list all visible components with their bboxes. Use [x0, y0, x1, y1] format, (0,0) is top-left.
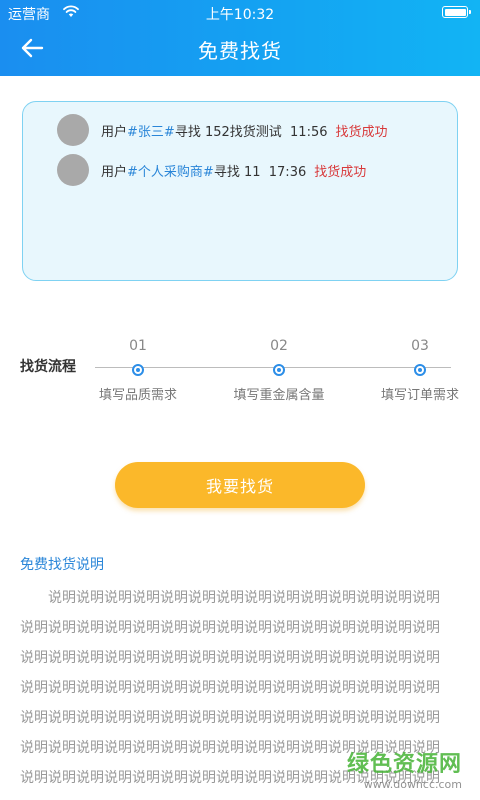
- user-name: #个人采购商#: [127, 164, 214, 180]
- step-number: 01: [129, 338, 147, 354]
- step-dot-icon: [273, 364, 285, 376]
- flow-step-3: 03 填写订单需求: [350, 338, 480, 403]
- step-number: 03: [411, 338, 429, 354]
- recent-finds-ticker: 用户#张三#寻找 152找货测试 11:56 找货成功 用户#个人采购商#寻找 1…: [22, 101, 458, 281]
- description-title: 免费找货说明: [20, 557, 104, 573]
- site-watermark: 绿色资源网 www.downcc.com: [347, 746, 462, 791]
- find-goods-button[interactable]: 我要找货: [115, 462, 365, 508]
- page-title: 免费找货: [198, 39, 282, 63]
- ticker-item: 用户#个人采购商#寻找 11 17:36 找货成功: [57, 154, 366, 186]
- watermark-url: www.downcc.com: [363, 778, 462, 791]
- step-label: 填写订单需求: [380, 388, 459, 403]
- flow-step-1: 01 填写品质需求: [68, 338, 208, 403]
- ticker-text: 用户#张三#寻找 152找货测试 11:56 找货成功: [101, 124, 388, 140]
- step-dot-icon: [414, 364, 426, 376]
- step-dot-icon: [132, 364, 144, 376]
- step-label: 填写品质需求: [98, 388, 177, 403]
- avatar: [57, 154, 89, 186]
- status-time: 上午10:32: [205, 7, 275, 23]
- watermark-logo: 绿色资源网: [346, 752, 462, 777]
- user-name: #张三#: [127, 124, 175, 140]
- app-header: 运营商 上午10:32 免费找货: [0, 0, 480, 76]
- step-label: 填写重金属含量: [233, 388, 325, 403]
- avatar: [57, 114, 89, 146]
- ticker-text: 用户#个人采购商#寻找 11 17:36 找货成功: [101, 164, 367, 180]
- flow-step-2: 02 填写重金属含量: [209, 338, 349, 403]
- status-badge: 找货成功: [335, 124, 388, 140]
- battery-icon: [442, 6, 471, 18]
- ticker-item: 用户#张三#寻找 152找货测试 11:56 找货成功: [57, 114, 388, 146]
- step-number: 02: [270, 338, 288, 354]
- status-badge: 找货成功: [314, 164, 367, 180]
- status-bar: 运营商 上午10:32: [0, 0, 480, 26]
